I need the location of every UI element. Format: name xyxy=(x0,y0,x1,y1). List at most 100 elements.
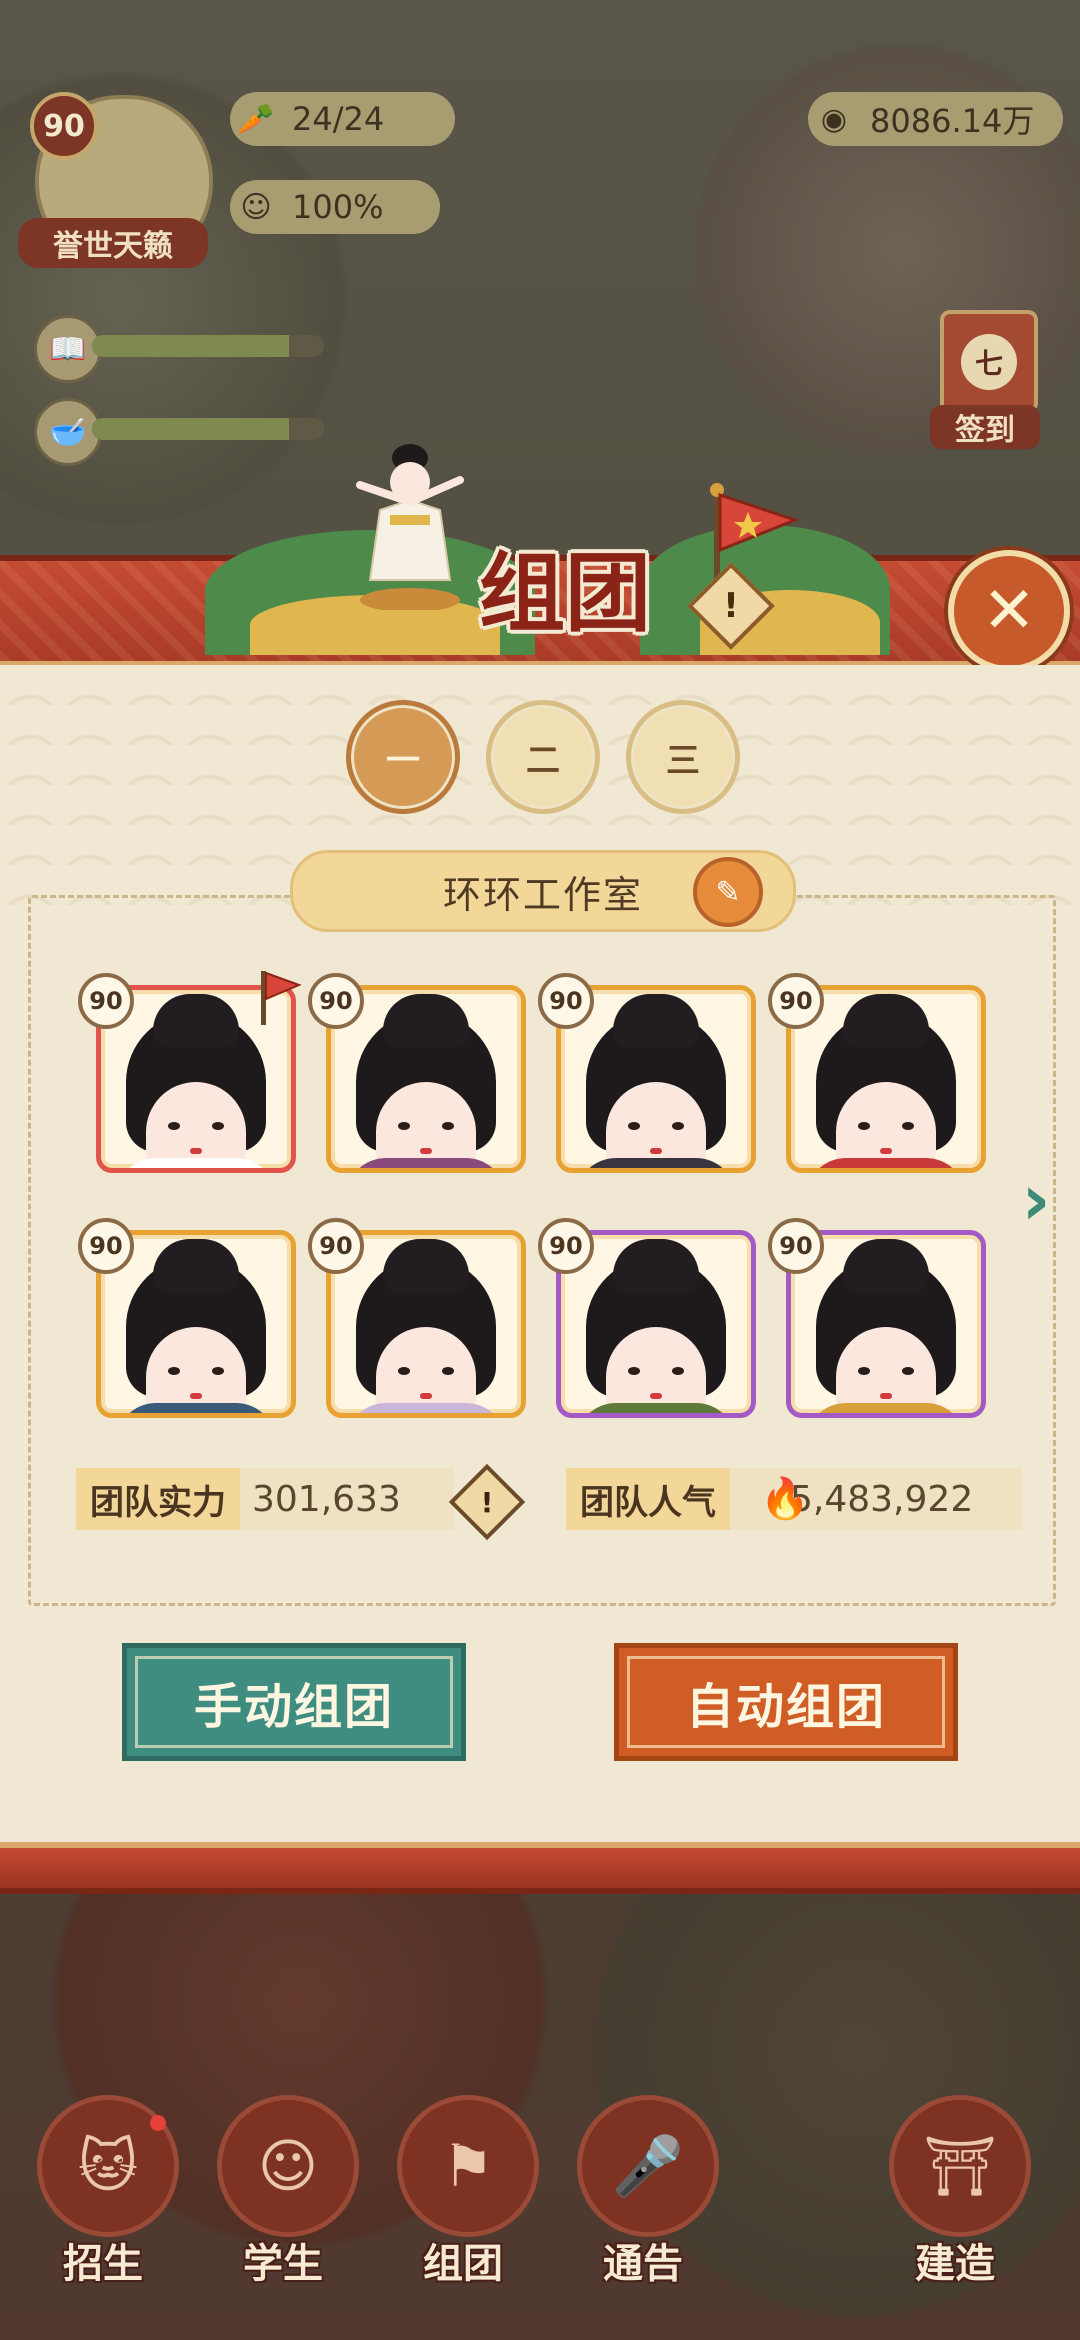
food-progress-fill xyxy=(92,418,290,440)
member-eyes xyxy=(398,1122,454,1130)
player-title: 誉世天籁 xyxy=(18,218,208,268)
manual-team-label: 手动组团 xyxy=(193,1679,394,1735)
member-hair-bun xyxy=(383,1239,469,1293)
food-progress-track xyxy=(92,418,324,440)
stamina-value: 24/24 xyxy=(292,100,385,138)
member-eyes xyxy=(168,1122,224,1130)
member-hair-bun xyxy=(613,994,699,1048)
auto-team-button[interactable]: 自动组团 xyxy=(614,1643,958,1761)
study-progress[interactable]: 📖 xyxy=(34,315,324,383)
close-button[interactable]: ✕ xyxy=(948,550,1070,672)
member-level-badge: 90 xyxy=(308,1218,364,1274)
member-robe xyxy=(576,1403,736,1413)
nav-build-label: 建造 xyxy=(915,2241,995,2287)
member-lips xyxy=(650,1393,662,1399)
member-lips xyxy=(880,1148,892,1154)
edit-team-name-button[interactable]: ✎ xyxy=(693,857,763,927)
team-power-label: 团队实力 xyxy=(76,1468,240,1530)
member-lips xyxy=(650,1148,662,1154)
coin-pill[interactable]: ◉ 8086.14万 xyxy=(808,92,1063,146)
notification-dot xyxy=(150,2115,166,2131)
student-face-icon: ☺ xyxy=(217,2095,359,2237)
exclamation-icon: ! xyxy=(480,1485,494,1519)
team-power-value: 301,633 xyxy=(240,1468,454,1530)
member-level-badge: 90 xyxy=(538,973,594,1029)
nav-team[interactable]: ⚑ 组团 xyxy=(388,2095,539,2287)
nav-students-label: 学生 xyxy=(243,2241,323,2287)
member-robe xyxy=(116,1158,276,1168)
manual-team-button[interactable]: 手动组团 xyxy=(122,1643,466,1761)
member-hair-bun xyxy=(153,1239,239,1293)
nav-students[interactable]: ☺ 学生 xyxy=(208,2095,359,2287)
nav-recruit-label: 招生 xyxy=(63,2241,143,2287)
member-eyes xyxy=(858,1122,914,1130)
member-lips xyxy=(420,1393,432,1399)
member-level-badge: 90 xyxy=(308,973,364,1029)
mood-pill[interactable]: ☺ 100% xyxy=(230,180,440,234)
team-name: 环环工作室 xyxy=(442,872,643,917)
team-popularity-label: 团队人气 xyxy=(566,1468,730,1530)
auto-team-label: 自动组团 xyxy=(685,1679,886,1735)
coin-value: 8086.14万 xyxy=(870,102,1035,140)
leader-flag-icon xyxy=(261,971,302,1025)
coin-icon: ◉ xyxy=(820,101,848,137)
member-hair-bun xyxy=(613,1239,699,1293)
checkin-badge: 七 xyxy=(961,333,1017,390)
member-robe xyxy=(346,1158,506,1168)
member-lips xyxy=(880,1393,892,1399)
team-tab-3[interactable]: 三 xyxy=(626,700,740,814)
checkin-label: 签到 xyxy=(930,405,1040,449)
nav-build[interactable]: ⛩ 建造 xyxy=(880,2095,1031,2287)
member-eyes xyxy=(858,1367,914,1375)
nav-notice[interactable]: 🎤 通告 xyxy=(568,2095,719,2287)
building-icon: ⛩ xyxy=(889,2095,1031,2237)
member-lips xyxy=(420,1148,432,1154)
team-tab-2[interactable]: 二 xyxy=(486,700,600,814)
brush-icon: ✎ xyxy=(715,874,741,910)
member-eyes xyxy=(168,1367,224,1375)
member-eyes xyxy=(628,1122,684,1130)
member-robe xyxy=(116,1403,276,1413)
next-page-arrow[interactable]: › xyxy=(1006,1159,1066,1241)
member-hair-bun xyxy=(843,1239,929,1293)
member-level-badge: 90 xyxy=(768,973,824,1029)
member-eyes xyxy=(398,1367,454,1375)
nav-team-label: 组团 xyxy=(423,2241,503,2287)
fire-icon: 🔥 xyxy=(760,1476,810,1522)
panel-title-container: 组团 xyxy=(430,520,700,650)
close-icon: ✕ xyxy=(982,574,1036,648)
chevron-right-icon: › xyxy=(1021,1159,1051,1241)
member-robe xyxy=(346,1403,506,1413)
panel-footer xyxy=(0,1842,1080,1894)
exclamation-icon: ! xyxy=(723,586,739,626)
member-level-badge: 90 xyxy=(78,1218,134,1274)
member-level-badge: 90 xyxy=(538,1218,594,1274)
food-progress[interactable]: 🥣 xyxy=(34,398,324,466)
member-hair-bun xyxy=(153,994,239,1048)
nav-notice-label: 通告 xyxy=(603,2241,683,2287)
study-progress-fill xyxy=(92,335,290,357)
smiley-icon: ☺ xyxy=(240,189,272,225)
member-level-badge: 90 xyxy=(78,973,134,1029)
team-tab-1[interactable]: 一 xyxy=(346,700,460,814)
mood-value: 100% xyxy=(292,188,384,226)
member-robe xyxy=(576,1158,736,1168)
team-power: 团队实力 301,633 xyxy=(76,1468,454,1530)
panel-title: 组团 xyxy=(479,543,651,644)
checkin-button[interactable]: 七 签到 xyxy=(930,310,1040,460)
carrot-icon: 🥕 xyxy=(237,101,275,137)
member-lips xyxy=(190,1148,202,1154)
microphone-icon: 🎤 xyxy=(577,2095,719,2237)
member-eyes xyxy=(628,1367,684,1375)
member-level-badge: 90 xyxy=(768,1218,824,1274)
member-robe xyxy=(806,1158,966,1168)
member-hair-bun xyxy=(383,994,469,1048)
checkin-calendar-icon: 七 xyxy=(940,310,1038,413)
team-flag-icon xyxy=(710,483,800,585)
study-progress-track xyxy=(92,335,324,357)
stamina-pill[interactable]: 🥕 24/24 xyxy=(230,92,455,146)
player-level-badge: 90 xyxy=(30,92,98,160)
flag-icon: ⚑ xyxy=(397,2095,539,2237)
member-robe xyxy=(806,1403,966,1413)
member-lips xyxy=(190,1393,202,1399)
